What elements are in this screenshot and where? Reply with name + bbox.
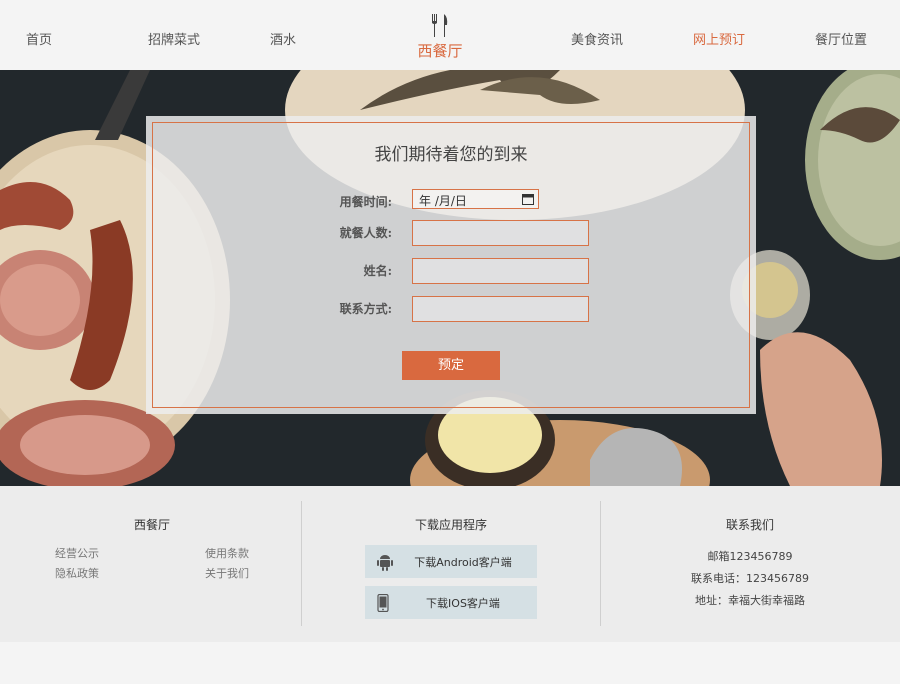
footer-col2-title: 下载应用程序: [414, 518, 487, 532]
footer-col1-title: 西餐厅: [133, 518, 170, 532]
date-placeholder: 年 /月/日: [419, 194, 467, 208]
site-footer: 西餐厅 经营公示 使用条款 隐私政策 关于我们 下载应用程序 下载Android…: [0, 486, 900, 642]
nav-online-booking[interactable]: 网上预订: [693, 29, 745, 48]
contact-input[interactable]: [412, 296, 589, 322]
calendar-icon[interactable]: [522, 193, 534, 205]
footer-link-terms[interactable]: 使用条款: [205, 545, 249, 561]
footer-bottom-strip: [0, 642, 900, 684]
people-input[interactable]: [412, 220, 589, 246]
contact-email: 邮箱123456789: [707, 550, 793, 563]
reserve-button[interactable]: 预定: [402, 351, 500, 380]
download-android-label: 下载Android客户端: [414, 556, 512, 569]
site-logo[interactable]: 西餐厅: [405, 14, 475, 61]
footer-link-privacy[interactable]: 隐私政策: [55, 565, 99, 581]
nav-drinks[interactable]: 酒水: [270, 29, 296, 48]
logo-text: 西餐厅: [417, 42, 463, 60]
download-ios-label: 下载IOS客户端: [426, 597, 500, 610]
nav-home[interactable]: 首页: [26, 29, 52, 48]
people-label: 就餐人数:: [339, 226, 392, 240]
reservation-form: 我们期待着您的到来 用餐时间: 年 /月/日 就餐人数: 姓名: 联系方式: 预…: [146, 116, 756, 414]
contact-address: 地址：幸福大街幸福路: [695, 594, 805, 607]
date-input[interactable]: 年 /月/日: [412, 189, 539, 209]
download-ios-button[interactable]: 下载IOS客户端: [365, 586, 537, 619]
fork-knife-icon: [432, 14, 448, 37]
footer-col3-title: 联系我们: [725, 518, 774, 532]
site-header: 首页 招牌菜式 酒水 西餐厅 美食资讯 网上预订 餐厅位置: [0, 0, 900, 70]
time-label: 用餐时间:: [339, 195, 392, 209]
contact-label: 联系方式:: [339, 302, 392, 316]
nav-restaurant-location[interactable]: 餐厅位置: [815, 29, 867, 48]
download-android-button[interactable]: 下载Android客户端: [365, 545, 537, 578]
footer-link-business-notice[interactable]: 经营公示: [55, 545, 99, 561]
footer-link-about[interactable]: 关于我们: [205, 565, 249, 581]
nav-signature-dishes[interactable]: 招牌菜式: [148, 29, 200, 48]
contact-phone: 联系电话：123456789: [691, 572, 809, 585]
nav-food-news[interactable]: 美食资讯: [571, 29, 623, 48]
reservation-title: 我们期待着您的到来: [374, 145, 528, 165]
name-label: 姓名:: [363, 264, 392, 278]
name-input[interactable]: [412, 258, 589, 284]
